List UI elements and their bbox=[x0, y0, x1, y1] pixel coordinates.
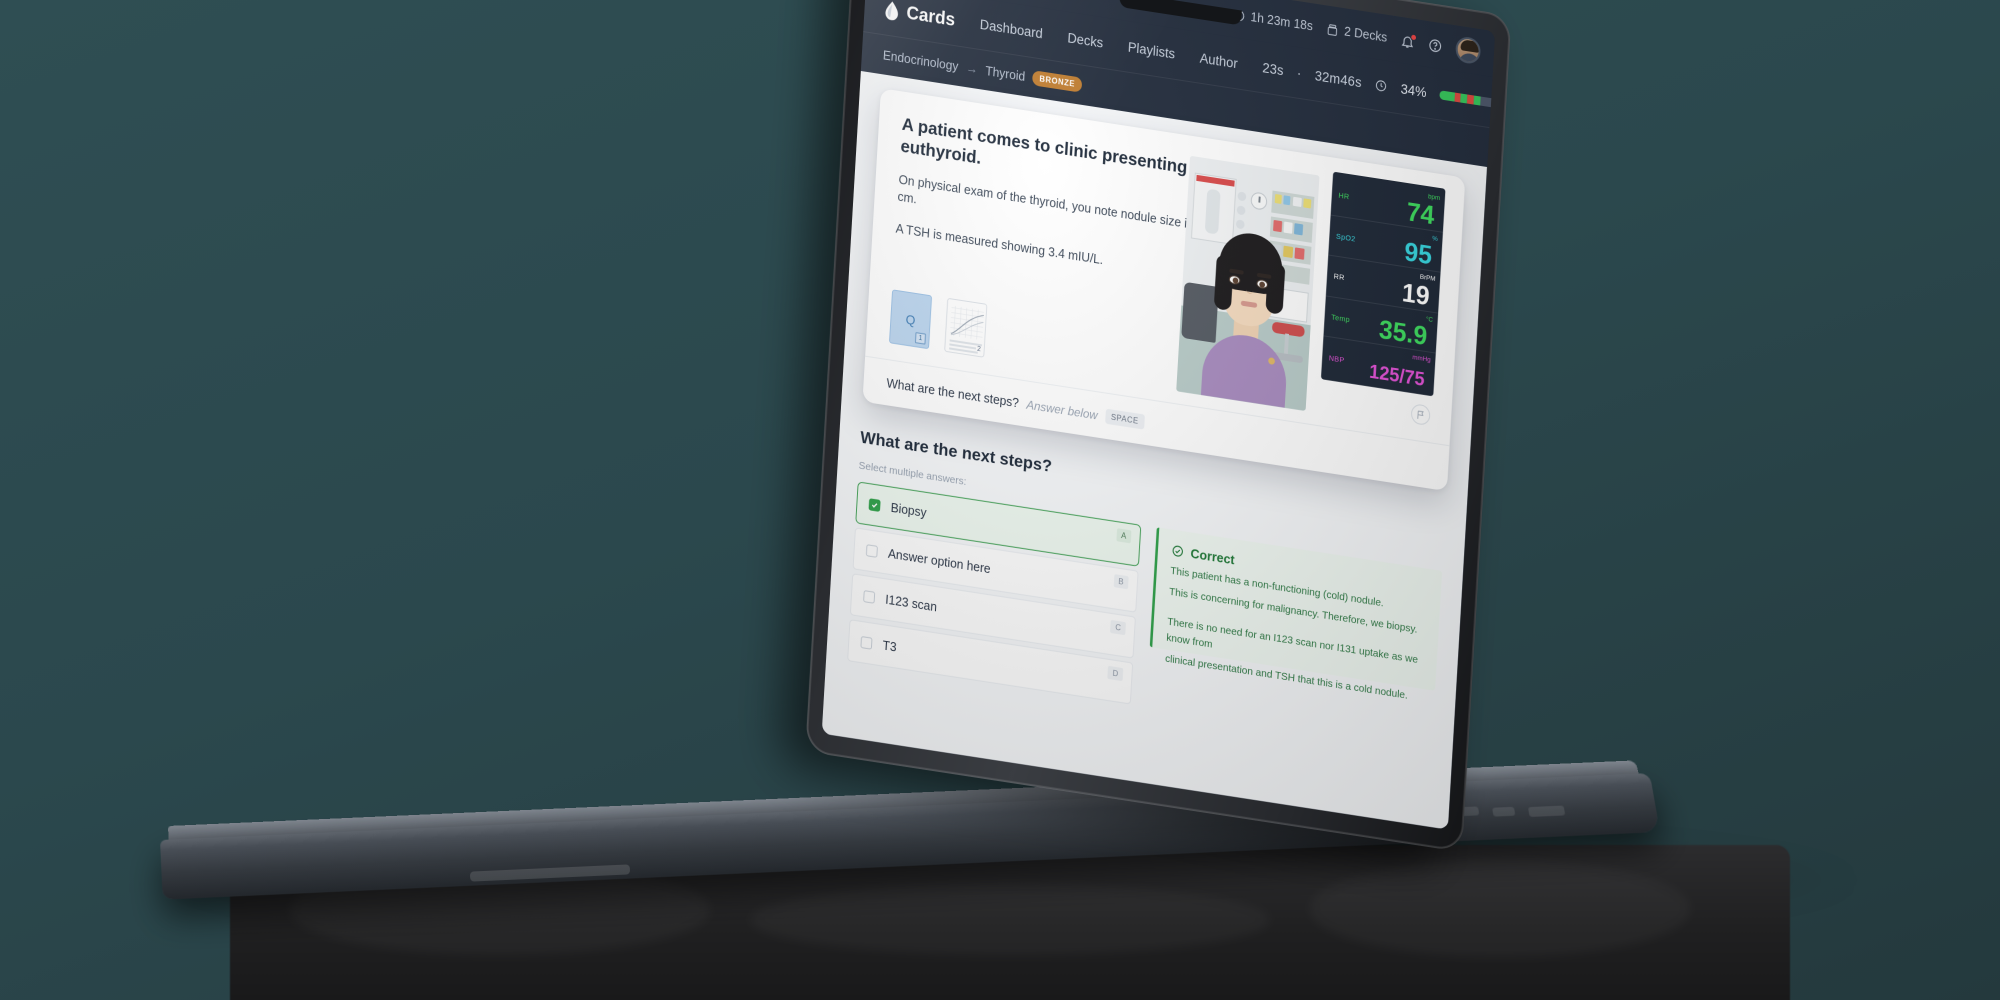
feedback-title: Correct bbox=[1190, 545, 1236, 568]
card-timer: 23s bbox=[1261, 59, 1285, 78]
attachment-chart-thumbnail[interactable]: 2 bbox=[944, 297, 988, 358]
notifications-button[interactable] bbox=[1400, 32, 1418, 49]
nav-decks[interactable]: Decks bbox=[1067, 30, 1104, 50]
flag-icon bbox=[1416, 410, 1424, 419]
answer-checkbox[interactable] bbox=[868, 498, 881, 512]
brand[interactable]: Cards bbox=[885, 0, 956, 30]
progress-segment-0 bbox=[1439, 89, 1456, 102]
vital-unit: % bbox=[1432, 234, 1438, 243]
attachment-index-2: 2 bbox=[976, 345, 981, 354]
laptop-screen: 1h 23m 18s 2 Decks Cards Dashboard Decks… bbox=[821, 0, 1496, 830]
vital-unit: mmHg bbox=[1412, 354, 1431, 365]
session-timer: 1h 23m 18s bbox=[1232, 7, 1313, 33]
answer-option-label: T3 bbox=[882, 638, 897, 655]
cards-logo-icon bbox=[885, 0, 898, 20]
answer-option-label: I123 scan bbox=[884, 592, 938, 615]
nav-author[interactable]: Author bbox=[1199, 50, 1238, 71]
progress-segment-3 bbox=[1466, 93, 1474, 104]
user-avatar[interactable] bbox=[1454, 35, 1482, 66]
vital-label: SpO2 bbox=[1335, 231, 1356, 244]
clock-icon bbox=[1376, 79, 1387, 91]
answer-checkbox[interactable] bbox=[863, 590, 876, 604]
patient-figure bbox=[1200, 226, 1293, 408]
status-badge: BRONZE bbox=[1032, 70, 1083, 93]
breadcrumb-separator: → bbox=[965, 60, 979, 77]
progress-segment-2 bbox=[1459, 92, 1468, 103]
vitals-monitor: HR 74 bpm SpO2 95% RR 19 BrPM Temp 35.9 °C NBP 125/7… bbox=[1320, 171, 1446, 397]
vital-value: 19 bbox=[1401, 276, 1431, 311]
notification-dot bbox=[1410, 32, 1418, 41]
answer-checkbox[interactable] bbox=[860, 635, 873, 650]
patient-scene-image bbox=[1176, 155, 1320, 412]
attachments: Q 1 2 bbox=[888, 289, 988, 358]
cards-app: 1h 23m 18s 2 Decks Cards Dashboard Decks… bbox=[821, 0, 1496, 830]
session-timer-text: 1h 23m 18s bbox=[1250, 9, 1314, 34]
vital-label: Temp bbox=[1331, 312, 1351, 325]
answer-options-list: Biopsy A Answer option here B I123 scan C T3 D bbox=[847, 477, 1142, 705]
progress-percent: 34% bbox=[1400, 80, 1427, 100]
laptop-lid: 1h 23m 18s 2 Decks Cards Dashboard Decks… bbox=[805, 0, 1512, 853]
answer-hint-text: Answer below bbox=[1026, 397, 1099, 422]
deck-icon bbox=[1326, 22, 1339, 37]
answer-option-label: Answer option here bbox=[887, 546, 991, 577]
laptop-mockup: 1h 23m 18s 2 Decks Cards Dashboard Decks… bbox=[0, 0, 2000, 1000]
space-key-hint: SPACE bbox=[1104, 408, 1145, 430]
breadcrumb-leaf[interactable]: Thyroid bbox=[985, 63, 1026, 83]
check-icon bbox=[871, 503, 878, 508]
answer-option-key: A bbox=[1116, 528, 1132, 544]
nav-dashboard[interactable]: Dashboard bbox=[979, 16, 1043, 41]
chart-thumbnail-icon bbox=[945, 298, 988, 358]
breadcrumb-root[interactable]: Endocrinology bbox=[883, 48, 959, 74]
attachment-question-thumbnail[interactable]: Q 1 bbox=[888, 289, 933, 350]
decks-indicator[interactable]: 2 Decks bbox=[1326, 22, 1388, 45]
attachment-index-1: 1 bbox=[914, 332, 927, 345]
attachment-glyph: Q bbox=[905, 311, 916, 328]
deck-progress-bar bbox=[1439, 89, 1496, 125]
vital-label: RR bbox=[1333, 271, 1345, 283]
vital-value: 95 bbox=[1403, 236, 1433, 271]
vital-label: HR bbox=[1338, 190, 1350, 202]
timer-separator: · bbox=[1296, 64, 1302, 81]
vital-value: 74 bbox=[1405, 195, 1436, 230]
vital-value: 125/75 bbox=[1368, 361, 1426, 391]
clinic-illustration: HR 74 bpm SpO2 95% RR 19 BrPM Temp 35.9 °C NBP 125/7… bbox=[1176, 150, 1446, 439]
vital-unit: °C bbox=[1425, 315, 1434, 324]
answer-checkbox[interactable] bbox=[865, 544, 878, 558]
vital-label: NBP bbox=[1328, 352, 1345, 365]
answer-option-key: B bbox=[1113, 574, 1129, 590]
answer-option-key: D bbox=[1107, 665, 1124, 682]
answer-option-key: C bbox=[1110, 619, 1127, 636]
help-button[interactable] bbox=[1428, 37, 1443, 54]
progress-segment-4 bbox=[1473, 94, 1481, 106]
answer-option-label: Biopsy bbox=[890, 500, 927, 521]
decks-label: 2 Decks bbox=[1343, 24, 1388, 45]
answer-prompt-text: What are the next steps? bbox=[886, 375, 1020, 410]
scene: 1h 23m 18s 2 Decks Cards Dashboard Decks… bbox=[0, 0, 2000, 1000]
nav-playlists[interactable]: Playlists bbox=[1128, 39, 1176, 61]
total-timer: 32m46s bbox=[1314, 67, 1363, 90]
check-circle-icon bbox=[1172, 545, 1183, 557]
question-circle-icon bbox=[1429, 39, 1442, 52]
brand-label: Cards bbox=[906, 2, 956, 30]
